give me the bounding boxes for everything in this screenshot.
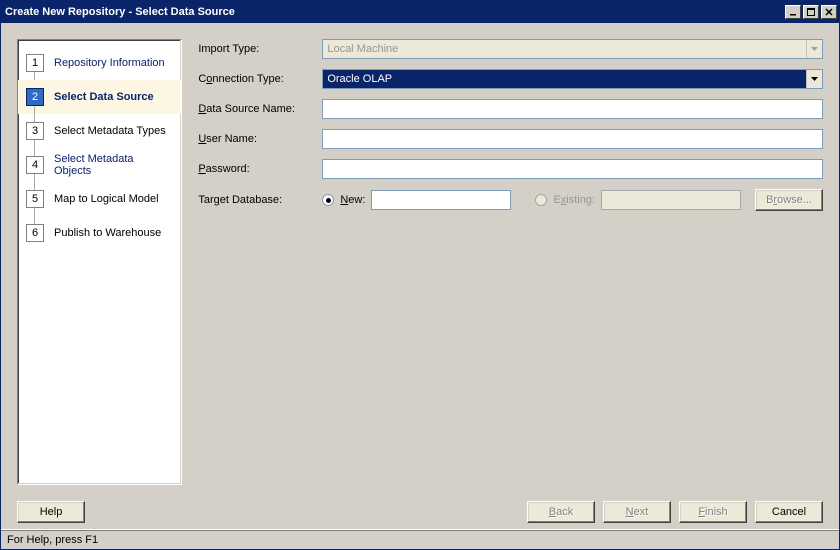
finish-button: Finish	[679, 501, 747, 523]
form-panel: Import Type: Local Machine Connection Ty…	[198, 39, 823, 485]
target-database-label: Target Database:	[198, 194, 322, 206]
dropdown-icon	[806, 40, 822, 58]
step-label: Repository Information	[54, 57, 165, 69]
content-area: 1 Repository Information 2 Select Data S…	[1, 23, 839, 501]
data-source-name-input[interactable]	[322, 99, 823, 119]
new-radio[interactable]	[322, 194, 334, 206]
existing-radio-label: Existing:	[553, 194, 595, 206]
step-select-metadata-objects[interactable]: 4 Select Metadata Objects	[18, 148, 181, 182]
import-type-label: Import Type:	[198, 43, 322, 55]
step-label: Publish to Warehouse	[54, 227, 161, 239]
step-label: Map to Logical Model	[54, 193, 159, 205]
import-type-select: Local Machine	[322, 39, 823, 59]
help-button[interactable]: Help	[17, 501, 85, 523]
import-type-value: Local Machine	[323, 40, 806, 58]
button-bar: Help Back Next Finish Cancel	[1, 501, 839, 529]
step-select-metadata-types[interactable]: 3 Select Metadata Types	[18, 114, 181, 148]
step-label: Select Data Source	[54, 91, 154, 103]
password-input[interactable]	[322, 159, 823, 179]
new-radio-label: New:	[340, 194, 365, 206]
step-repository-information[interactable]: 1 Repository Information	[18, 46, 181, 80]
data-source-name-label: Data Source Name:	[198, 103, 322, 115]
minimize-button[interactable]	[785, 5, 801, 19]
existing-radio	[535, 194, 547, 206]
cancel-button[interactable]: Cancel	[755, 501, 823, 523]
step-label: Select Metadata Types	[54, 125, 166, 137]
step-number: 1	[26, 54, 44, 72]
step-label: Select Metadata Objects	[54, 153, 173, 177]
step-publish-to-warehouse[interactable]: 6 Publish to Warehouse	[18, 216, 181, 250]
maximize-button[interactable]	[803, 5, 819, 19]
steps-sidebar: 1 Repository Information 2 Select Data S…	[17, 39, 182, 485]
back-button: Back	[527, 501, 595, 523]
step-number: 6	[26, 224, 44, 242]
password-label: Password:	[198, 163, 322, 175]
step-number: 2	[26, 88, 44, 106]
step-select-data-source[interactable]: 2 Select Data Source	[18, 80, 181, 114]
step-number: 3	[26, 122, 44, 140]
dropdown-icon[interactable]	[806, 70, 822, 88]
user-name-label: User Name:	[198, 133, 322, 145]
status-bar: For Help, press F1	[1, 529, 839, 549]
step-map-to-logical-model[interactable]: 5 Map to Logical Model	[18, 182, 181, 216]
existing-radio-group[interactable]: Existing:	[535, 194, 595, 206]
connection-type-label: Connection Type:	[198, 73, 322, 85]
browse-button: Browse...	[755, 189, 823, 211]
next-button: Next	[603, 501, 671, 523]
new-db-input[interactable]	[371, 190, 511, 210]
titlebar: Create New Repository - Select Data Sour…	[1, 1, 839, 23]
step-number: 4	[26, 156, 44, 174]
close-button[interactable]	[821, 5, 837, 19]
status-text: For Help, press F1	[7, 534, 98, 546]
user-name-input[interactable]	[322, 129, 823, 149]
step-number: 5	[26, 190, 44, 208]
connection-type-value: Oracle OLAP	[323, 70, 806, 88]
wizard-window: Create New Repository - Select Data Sour…	[0, 0, 840, 550]
existing-db-input	[601, 190, 741, 210]
connection-type-select[interactable]: Oracle OLAP	[322, 69, 823, 89]
new-radio-group[interactable]: New:	[322, 194, 365, 206]
window-title: Create New Repository - Select Data Sour…	[5, 6, 235, 18]
window-controls	[783, 5, 837, 19]
